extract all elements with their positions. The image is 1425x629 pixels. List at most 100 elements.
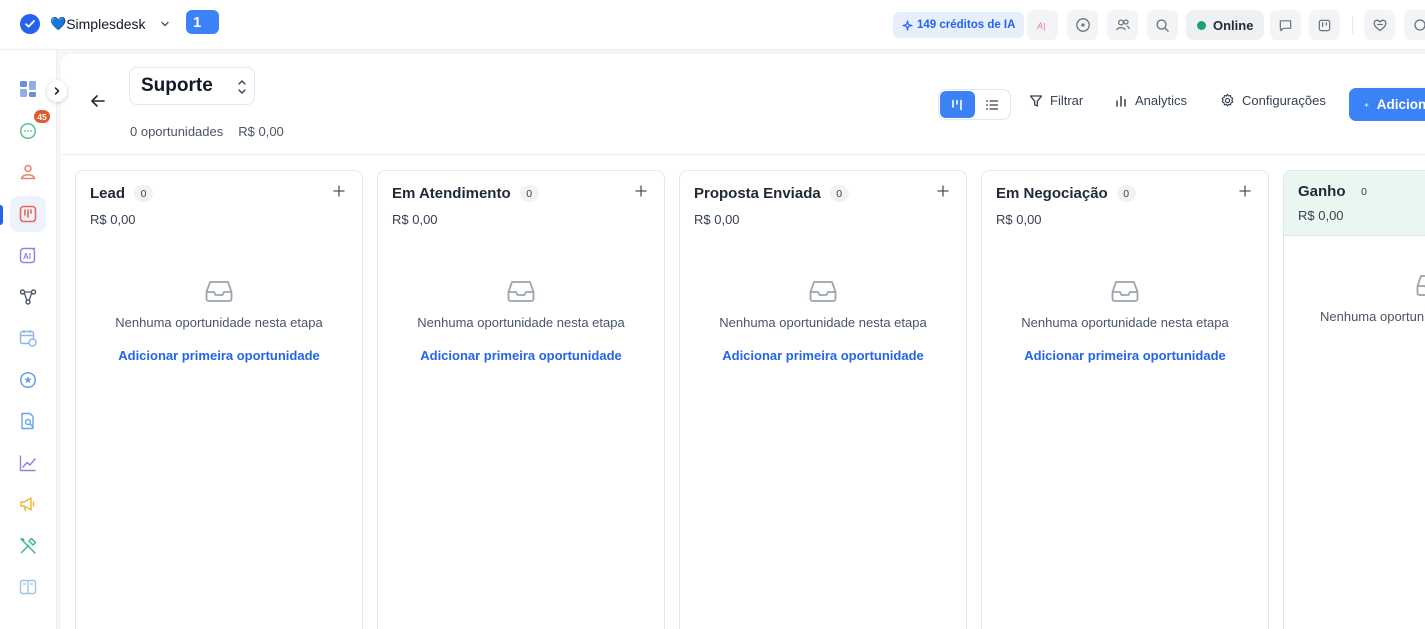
workspace-switcher[interactable]: 💙 Simplesdesk	[20, 14, 170, 34]
pipeline-header: Suporte 0 oportunidades R$ 0,00 Filtrar …	[61, 54, 1425, 155]
column-add-button[interactable]	[937, 185, 949, 197]
kanban-view-button[interactable]	[940, 91, 975, 118]
column-add-button[interactable]	[635, 185, 647, 197]
brand-logo-icon	[20, 14, 40, 34]
star-icon	[19, 371, 37, 389]
status-label: Online	[1213, 17, 1254, 33]
add-first-opportunity-link[interactable]: Adicionar primeira oportunidade	[118, 348, 320, 363]
sidebar-item-flows[interactable]	[10, 279, 46, 315]
column-value: R$ 0,00	[392, 212, 438, 227]
sidebar-item-calendar[interactable]	[10, 320, 46, 356]
sidebar-item-tools[interactable]	[10, 528, 46, 564]
plus-icon	[1239, 185, 1251, 197]
knowledge-icon	[21, 412, 34, 430]
pipeline-column: Em Atendimento 0 R$ 0,00 Nenhuma oportun…	[377, 170, 665, 629]
sidebar-expand-button[interactable]	[47, 80, 67, 102]
column-header: Em Negociação 0	[996, 185, 1136, 202]
sidebar-item-docs[interactable]	[10, 569, 46, 605]
more-icon	[1413, 19, 1425, 31]
sidebar-item-campaigns[interactable]	[10, 486, 46, 522]
add-first-opportunity-link[interactable]: Adicionar primeira oportunidade	[1024, 348, 1226, 363]
team-button[interactable]	[1107, 10, 1138, 40]
analytics-label: Analytics	[1135, 93, 1188, 108]
top-bar: 💙 Simplesdesk 1 149 créditos de IA A| Onl…	[0, 0, 1425, 50]
sidebar-item-favorites[interactable]	[10, 362, 46, 398]
view-toggle	[938, 89, 1011, 120]
ai-credits-badge[interactable]: 149 créditos de IA	[893, 12, 1025, 38]
add-first-opportunity-link[interactable]: Adicionar primeira oportunidade	[420, 348, 622, 363]
column-title: Em Atendimento	[392, 185, 511, 202]
settings-button[interactable]: Configurações	[1220, 93, 1326, 108]
add-opportunity-label: Adicionar	[1376, 97, 1425, 112]
notification-counter[interactable]: 1	[186, 10, 219, 34]
column-value: R$ 0,00	[694, 212, 740, 227]
add-first-opportunity-link[interactable]: Adicionar primeira oportunidade	[722, 348, 924, 363]
add-opportunity-button[interactable]: Adicionar	[1349, 88, 1425, 121]
column-add-button[interactable]	[333, 185, 345, 197]
won-column-header-bg	[1284, 171, 1425, 236]
messages-button[interactable]	[1270, 10, 1301, 40]
campaigns-icon	[20, 497, 35, 512]
opportunities-count: 0 oportunidades	[130, 124, 224, 139]
main-panel: Suporte 0 oportunidades R$ 0,00 Filtrar …	[61, 54, 1425, 629]
inbox-icon	[1111, 281, 1139, 302]
chat-notification-badge: 45	[34, 110, 50, 123]
column-header: Ganho 0	[1298, 183, 1374, 200]
sidebar-item-contacts[interactable]	[10, 154, 46, 190]
column-header: Lead 0	[90, 185, 154, 202]
reports-icon	[19, 455, 36, 472]
sidebar-item-ai-agent[interactable]: AI	[10, 237, 46, 273]
plus-icon	[635, 185, 647, 197]
pipeline-column: Lead 0 R$ 0,00 Nenhuma oportunidade nest…	[75, 170, 363, 629]
column-add-button[interactable]	[1239, 185, 1251, 197]
column-header: Em Atendimento 0	[392, 185, 539, 202]
pipeline-column: Em Negociação 0 R$ 0,00 Nenhuma oportuni…	[981, 170, 1269, 629]
message-icon	[1279, 19, 1292, 31]
plus-icon	[937, 185, 949, 197]
record-icon	[1075, 18, 1090, 32]
pipeline-select[interactable]: Suporte	[129, 67, 255, 105]
heart-handshake-icon	[1372, 19, 1387, 32]
status-toggle[interactable]: Online	[1186, 10, 1265, 40]
sidebar-item-reports[interactable]	[10, 445, 46, 481]
board-button[interactable]	[1309, 10, 1340, 40]
filter-button[interactable]: Filtrar	[1029, 93, 1083, 108]
inbox-icon	[205, 281, 233, 302]
column-count-badge: 0	[1116, 185, 1136, 202]
select-arrows-icon	[237, 78, 247, 96]
brand-heart: 💙	[50, 16, 67, 31]
docs-icon	[19, 579, 37, 595]
svg-text:A|: A|	[1036, 21, 1045, 31]
column-header: Proposta Enviada 0	[694, 185, 849, 202]
column-title: Proposta Enviada	[694, 185, 821, 202]
pipeline-name: Suporte	[141, 75, 213, 96]
sidebar-item-knowledge[interactable]	[10, 403, 46, 439]
empty-state-text: Nenhuma oportunidade nesta etapa	[115, 315, 323, 330]
empty-state-text: Nenhuma oportunidade nesta etapa	[719, 315, 927, 330]
filter-label: Filtrar	[1050, 93, 1084, 108]
support-button[interactable]	[1364, 10, 1395, 40]
gear-icon	[1221, 93, 1234, 107]
column-value: R$ 0,00	[1298, 208, 1344, 223]
empty-state-text: Nenhuma oportunidade nesta etapa	[1320, 309, 1425, 324]
column-value: R$ 0,00	[90, 212, 136, 227]
empty-state: Nenhuma oportunidade nesta etapa Adicion…	[76, 279, 362, 363]
back-button[interactable]	[89, 92, 107, 110]
analytics-button[interactable]: Analytics	[1114, 93, 1187, 108]
filter-icon	[1029, 94, 1043, 107]
search-button[interactable]	[1147, 10, 1178, 40]
chevron-right-icon	[54, 87, 60, 95]
flows-icon	[19, 289, 37, 305]
sidebar-item-dashboard[interactable]	[10, 71, 46, 107]
empty-state-text: Nenhuma oportunidade nesta etapa	[417, 315, 625, 330]
sidebar-item-kanban[interactable]	[10, 196, 46, 232]
list-view-button[interactable]	[975, 91, 1010, 118]
column-title: Em Negociação	[996, 185, 1108, 202]
sidebar-active-indicator	[0, 205, 3, 225]
more-button[interactable]	[1404, 10, 1425, 40]
column-title: Lead	[90, 185, 126, 202]
ai-assistant-button[interactable]: A|	[1027, 10, 1058, 40]
toolbar-divider	[1352, 16, 1353, 34]
record-button[interactable]	[1067, 10, 1098, 40]
calendar-icon	[19, 330, 37, 347]
